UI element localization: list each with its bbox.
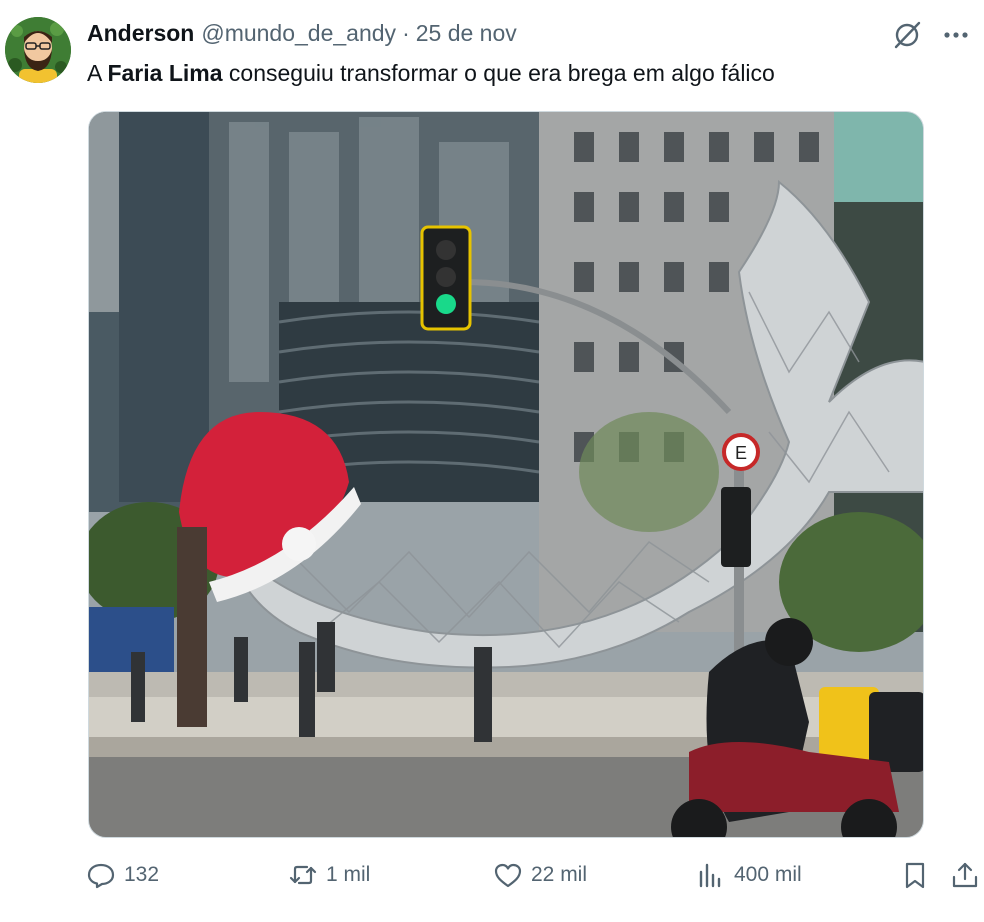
tweet-text-bold[interactable]: Faria Lima: [107, 60, 222, 86]
tweet-text-part2: conseguiu transformar o que era brega em…: [222, 60, 775, 86]
separator-dot: ·: [402, 20, 410, 46]
views-chart-icon: [699, 863, 721, 888]
like-button[interactable]: 22 mil: [493, 860, 587, 890]
tweet-header: Anderson @mundo_de_andy · 25 de nov: [87, 20, 517, 47]
whale-sculpture-photo-icon: E: [89, 112, 923, 837]
grok-button[interactable]: [892, 20, 922, 50]
repost-icon: [289, 865, 317, 885]
more-icon: [944, 32, 968, 38]
tweet-photo[interactable]: E: [88, 111, 924, 838]
views-button[interactable]: 400 mil: [696, 860, 802, 890]
grok-slash-icon: [894, 21, 921, 49]
reply-icon: [87, 863, 115, 889]
more-button[interactable]: [942, 21, 970, 49]
tweet-text-part1: A: [87, 60, 108, 86]
display-name[interactable]: Anderson: [87, 20, 194, 47]
tweet-card[interactable]: Anderson @mundo_de_andy · 25 de nov A Fa…: [0, 0, 984, 922]
share-button[interactable]: [950, 860, 980, 890]
reply-button[interactable]: 132: [86, 860, 159, 890]
bookmark-button[interactable]: [900, 860, 930, 890]
tweet-action-bar: 132 1 mil 22 mil 400 mil: [86, 860, 984, 896]
repost-button[interactable]: 1 mil: [288, 860, 370, 890]
heart-icon: [494, 863, 522, 888]
bookmark-icon: [905, 862, 925, 889]
views-count: 400 mil: [734, 863, 802, 886]
user-handle[interactable]: @mundo_de_andy: [201, 20, 396, 47]
reply-count: 132: [124, 863, 160, 886]
share-icon: [952, 862, 978, 888]
tweet-date[interactable]: 25 de nov: [416, 20, 517, 47]
tweet-text: A Faria Lima conseguiu transformar o que…: [87, 58, 775, 88]
avatar[interactable]: [5, 17, 71, 83]
like-count: 22 mil: [531, 863, 588, 886]
bearded-man-avatar-icon: [5, 17, 71, 83]
header-actions: [892, 20, 970, 50]
repost-count: 1 mil: [326, 863, 371, 886]
svg-text:E: E: [735, 443, 747, 463]
